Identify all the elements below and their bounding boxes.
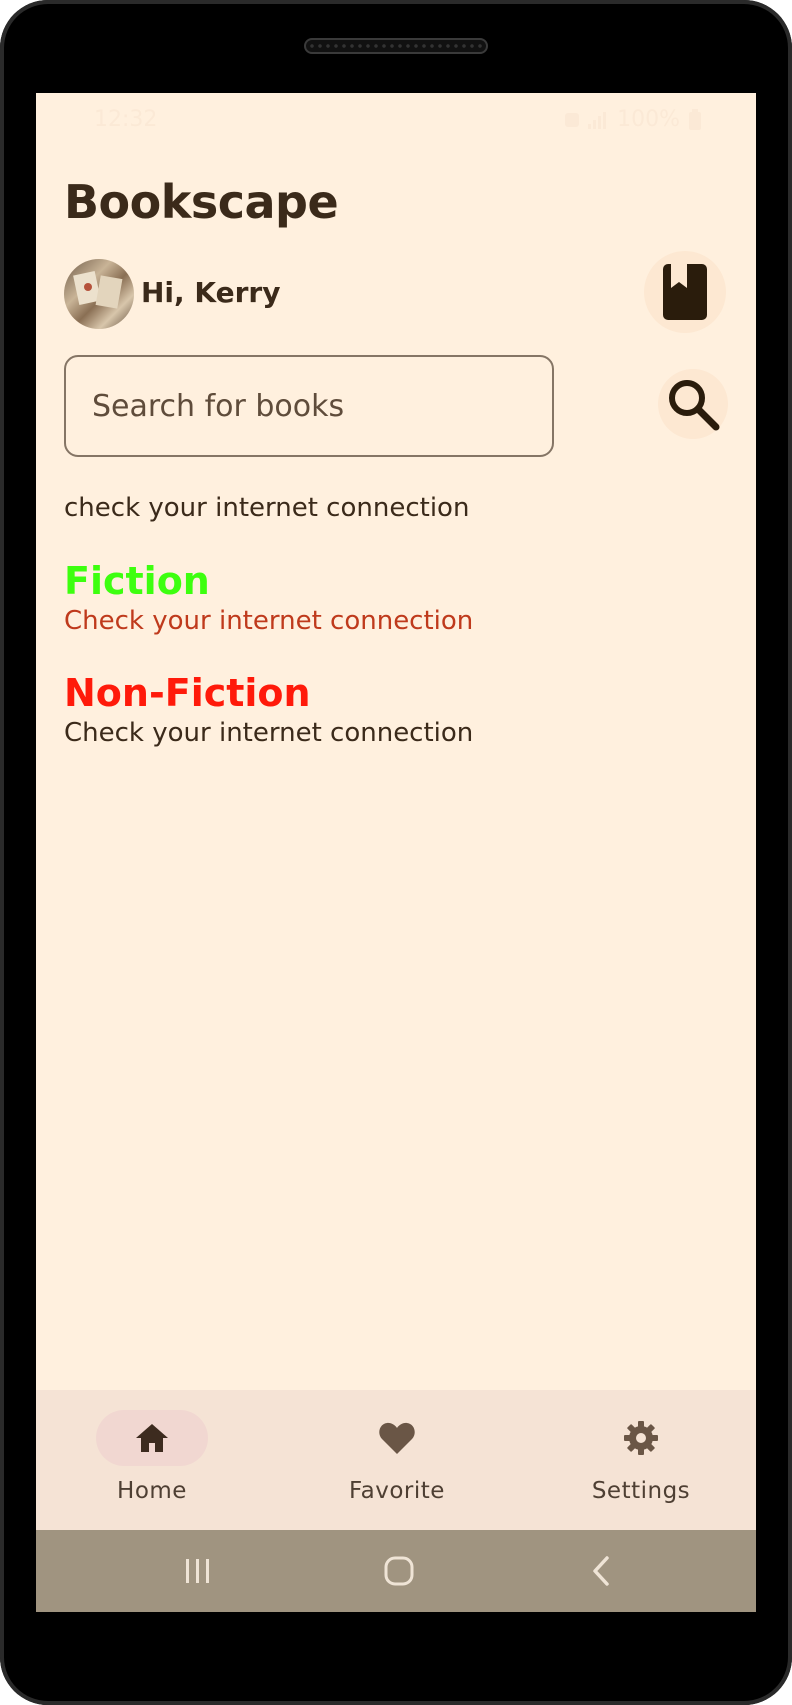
notification-icon	[565, 112, 580, 127]
user-greeting: Hi, Kerry	[141, 276, 281, 309]
recent-apps-button[interactable]	[178, 1551, 218, 1591]
heart-icon	[379, 1422, 415, 1454]
recent-apps-icon	[186, 1559, 209, 1583]
section-message-non-fiction: Check your internet connection	[64, 718, 474, 748]
book-icon	[663, 264, 707, 320]
signal-icon	[588, 111, 607, 129]
home-system-button[interactable]	[379, 1551, 419, 1591]
nav-home-indicator	[96, 1410, 208, 1466]
nav-settings-label: Settings	[591, 1478, 691, 1504]
nav-favorite[interactable]: Favorite	[281, 1390, 521, 1530]
status-icons: 100%	[565, 107, 702, 132]
nav-home[interactable]: Home	[36, 1390, 276, 1530]
battery-percent: 100%	[617, 107, 680, 132]
library-button[interactable]	[644, 251, 726, 333]
gear-icon	[624, 1421, 658, 1455]
search-icon	[669, 380, 720, 431]
back-chevron-icon	[593, 1556, 609, 1586]
section-title-fiction: Fiction	[64, 559, 210, 603]
phone-frame: 12:32 100% Bookscape Hi, Kerry Search fo…	[0, 0, 792, 1705]
nav-favorite-indicator	[341, 1410, 453, 1466]
nav-settings-indicator	[585, 1410, 697, 1466]
bottom-navigation: Home Favorite Settings	[36, 1390, 756, 1530]
back-button[interactable]	[581, 1551, 621, 1591]
connection-message: check your internet connection	[64, 493, 470, 523]
status-time: 12:32	[94, 107, 158, 132]
system-navigation-bar	[36, 1530, 756, 1612]
speaker-grille	[304, 38, 488, 54]
battery-icon	[689, 108, 701, 130]
nav-favorite-label: Favorite	[349, 1478, 445, 1504]
section-title-non-fiction: Non-Fiction	[64, 671, 311, 715]
home-circle-icon	[384, 1556, 414, 1586]
avatar[interactable]	[64, 259, 134, 329]
status-bar: 12:32 100%	[36, 93, 756, 149]
nav-home-label: Home	[117, 1478, 187, 1504]
search-field[interactable]	[64, 355, 554, 457]
nav-settings[interactable]: Settings	[525, 1390, 756, 1530]
section-message-fiction: Check your internet connection	[64, 606, 474, 636]
search-button[interactable]	[658, 369, 728, 439]
app-title: Bookscape	[64, 175, 339, 229]
home-icon	[136, 1424, 168, 1452]
app-screen: 12:32 100% Bookscape Hi, Kerry Search fo…	[36, 93, 756, 1612]
search-input[interactable]	[66, 357, 552, 455]
